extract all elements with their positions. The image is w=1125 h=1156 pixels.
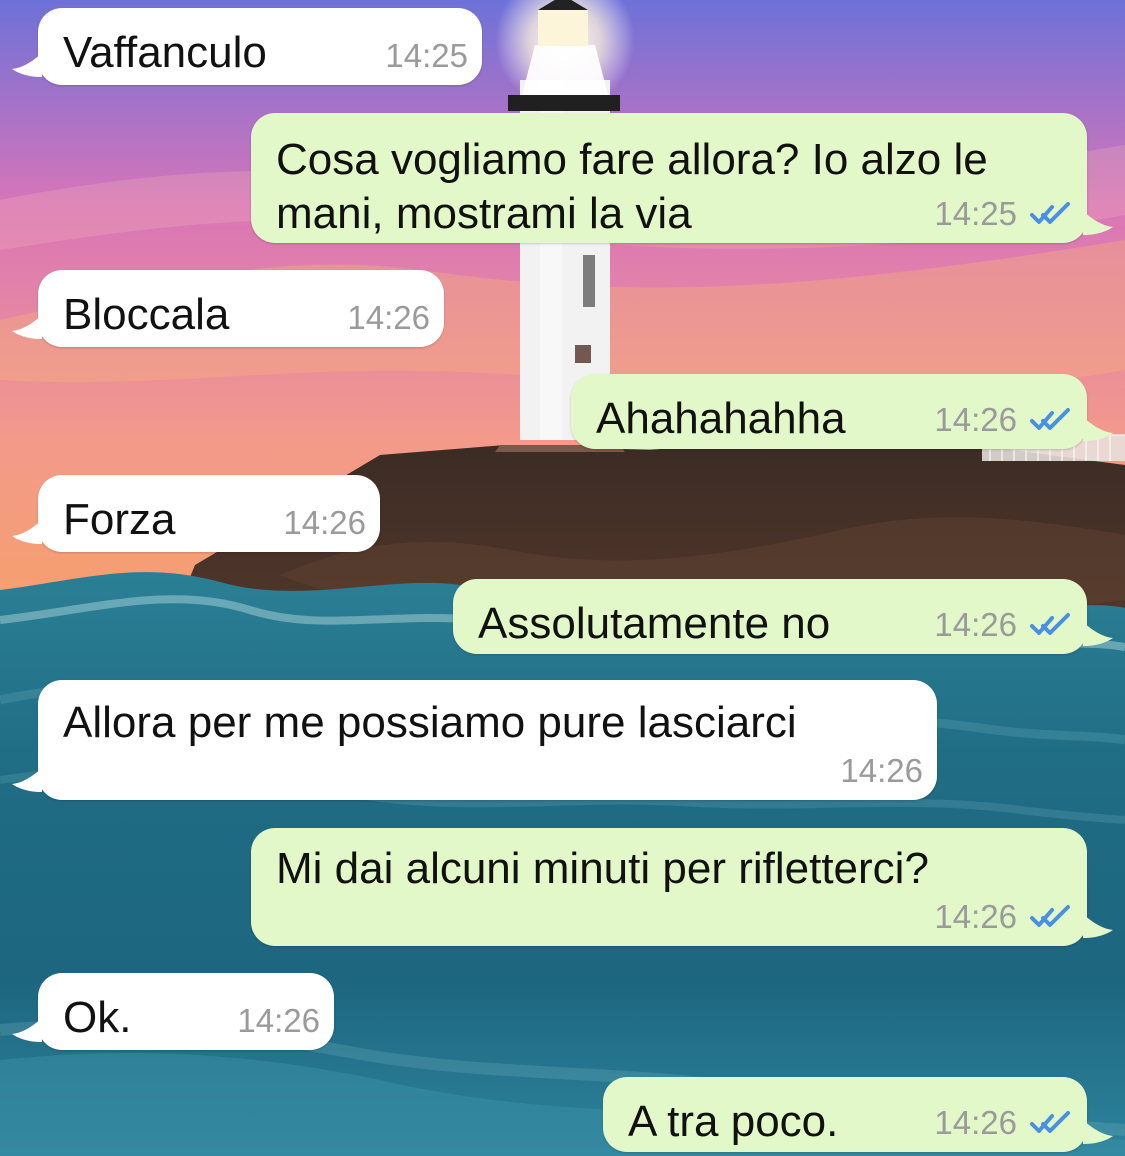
message-meta: 14:26 [237, 1002, 320, 1040]
message-text: Bloccala [63, 290, 230, 339]
message-meta: 14:25 [934, 195, 1073, 233]
message-meta: 14:26 [347, 299, 430, 337]
message-bubble-outgoing[interactable]: Mi dai alcuni minuti per rifletterci? 14… [251, 828, 1113, 946]
message-bubble-outgoing[interactable]: Cosa vogliamo fare allora? Io alzo le ma… [251, 113, 1113, 243]
message-time: 14:26 [840, 752, 923, 789]
double-check-icon [1030, 905, 1070, 927]
message-bubble-incoming[interactable]: Forza 14:26 [12, 475, 380, 552]
bubble-tail [12, 53, 42, 77]
message-meta: 14:26 [283, 504, 366, 542]
message-bubble-outgoing[interactable]: Ahahahahha 14:26 [571, 374, 1113, 449]
message-text: Mi dai alcuni minuti per rifletterci? [276, 844, 929, 893]
message-text: Ok. [63, 993, 132, 1042]
message-time: 14:26 [347, 299, 430, 336]
message-bubble-incoming[interactable]: Allora per me possiamo pure lasciarci 14… [12, 680, 937, 800]
message-meta: 14:25 [385, 37, 468, 75]
message-time: 14:26 [934, 1104, 1017, 1141]
message-text: Allora per me possiamo pure lasciarci [63, 698, 797, 747]
message-meta: 14:26 [840, 752, 923, 790]
message-text: Ahahahahha [596, 394, 846, 443]
double-check-icon [1030, 202, 1070, 224]
bubble-tail [1083, 622, 1113, 646]
message-meta: 14:26 [934, 401, 1073, 439]
message-text: Forza [63, 495, 176, 544]
double-check-icon [1030, 408, 1070, 430]
message-bubble-outgoing[interactable]: Assolutamente no 14:26 [453, 579, 1113, 654]
bubble-tail [1083, 914, 1113, 938]
message-time: 14:25 [934, 195, 1017, 232]
message-meta: 14:26 [934, 606, 1073, 644]
message-time: 14:26 [934, 401, 1017, 438]
message-meta: 14:26 [934, 898, 1073, 936]
message-time: 14:26 [934, 606, 1017, 643]
bubble-tail [1083, 211, 1113, 235]
bubble-tail [1083, 417, 1113, 441]
bubble-tail [1083, 1120, 1113, 1144]
message-text: Cosa vogliamo fare allora? Io alzo le ma… [276, 135, 988, 238]
message-time: 14:26 [283, 504, 366, 541]
message-time: 14:26 [934, 898, 1017, 935]
bubble-tail [12, 1018, 42, 1042]
message-bubble-incoming[interactable]: Ok. 14:26 [12, 973, 334, 1050]
message-text: Vaffanculo [63, 28, 267, 77]
message-meta: 14:26 [934, 1104, 1073, 1142]
chat-thread: Vaffanculo 14:25 Cosa vogliamo fare allo… [0, 0, 1125, 1156]
bubble-tail [12, 315, 42, 339]
message-text: Assolutamente no [478, 599, 831, 648]
message-time: 14:26 [237, 1002, 320, 1039]
message-time: 14:25 [385, 37, 468, 74]
bubble-tail [12, 520, 42, 544]
message-bubble-outgoing[interactable]: A tra poco. 14:26 [603, 1077, 1113, 1152]
message-bubble-incoming[interactable]: Bloccala 14:26 [12, 270, 444, 347]
message-bubble-incoming[interactable]: Vaffanculo 14:25 [12, 8, 482, 85]
double-check-icon [1030, 613, 1070, 635]
bubble-tail [12, 768, 42, 792]
double-check-icon [1030, 1111, 1070, 1133]
message-text: A tra poco. [628, 1097, 839, 1146]
